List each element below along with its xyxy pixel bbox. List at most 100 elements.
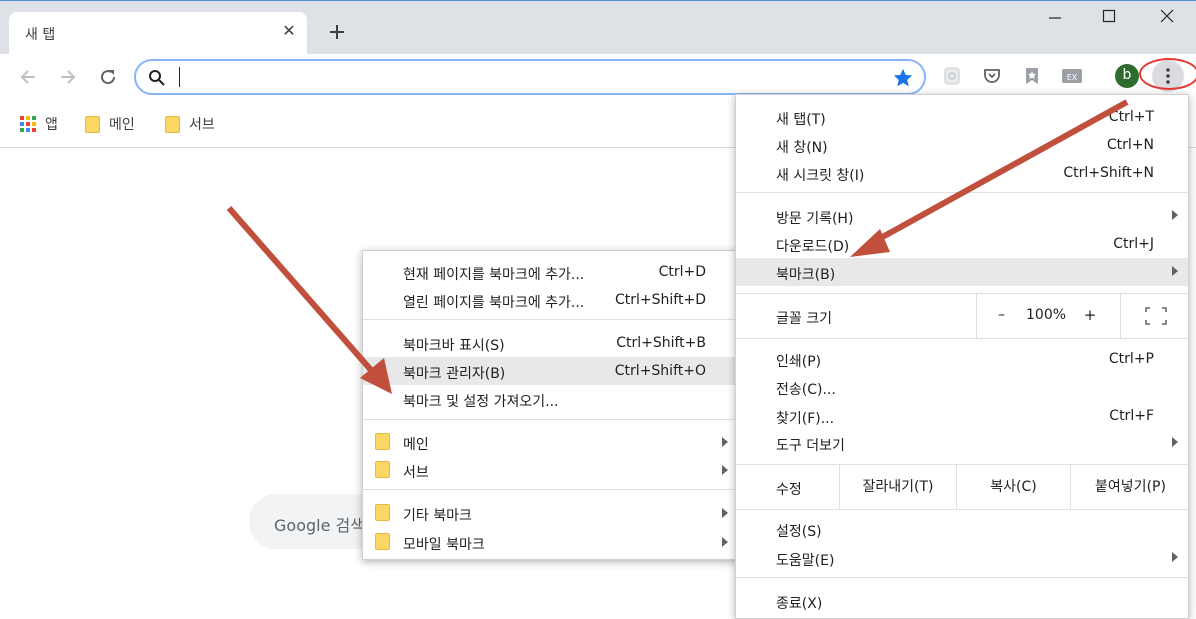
menu-item-find[interactable]: 찾기(F)... Ctrl+F	[736, 402, 1188, 430]
extension-shield-button[interactable]	[940, 64, 964, 88]
menu-item-mobile-bookmarks[interactable]: 모바일 북마크	[363, 528, 738, 556]
menu-separator	[736, 577, 1188, 578]
fullscreen-button[interactable]	[1120, 294, 1190, 338]
forward-button[interactable]	[56, 65, 80, 89]
menu-item-new-window[interactable]: 새 창(N) Ctrl+N	[736, 131, 1188, 159]
tab-title: 새 탭	[25, 27, 56, 43]
menu-item-shortcut: Ctrl+T	[1108, 109, 1154, 125]
text-caret	[179, 67, 180, 87]
folder-icon	[375, 433, 390, 450]
menu-item-label: 새 시크릿 창(I)	[776, 168, 865, 184]
menu-item-label: 현재 페이지를 북마크에 추가...	[403, 267, 585, 283]
menu-item-more-tools[interactable]: 도구 더보기	[736, 429, 1188, 457]
search-icon	[149, 70, 165, 86]
paste-button[interactable]: 붙여넣기(P)	[1070, 465, 1190, 509]
close-icon	[1160, 9, 1174, 23]
menu-item-folder-sub[interactable]: 서브	[363, 456, 738, 484]
plus-icon	[330, 25, 344, 39]
menu-item-cast[interactable]: 전송(C)...	[736, 373, 1188, 401]
reload-icon	[101, 70, 116, 85]
address-input[interactable]	[182, 65, 882, 89]
annotation-circle	[1139, 58, 1196, 90]
chevron-right-icon	[1172, 552, 1178, 562]
menu-item-downloads[interactable]: 다운로드(D) Ctrl+J	[736, 230, 1188, 258]
maximize-icon	[1102, 9, 1116, 23]
tab-close-icon[interactable]: ✕	[281, 23, 297, 39]
menu-item-bookmark-this-page[interactable]: 현재 페이지를 북마크에 추가... Ctrl+D	[363, 258, 738, 286]
menu-item-label: 북마크바 표시(S)	[403, 338, 505, 354]
menu-separator	[363, 319, 738, 320]
menu-item-shortcut: Ctrl+Shift+D	[615, 292, 706, 308]
bookmark-apps[interactable]: 앱	[20, 114, 58, 134]
menu-item-new-tab[interactable]: 새 탭(T) Ctrl+T	[736, 103, 1188, 131]
reload-button[interactable]	[96, 65, 120, 89]
minimize-button[interactable]	[1040, 9, 1070, 33]
menu-item-shortcut: Ctrl+N	[1106, 137, 1154, 153]
menu-item-bookmark-all-tabs[interactable]: 열린 페이지를 북마크에 추가... Ctrl+Shift+D	[363, 286, 738, 314]
copy-button[interactable]: 복사(C)	[956, 465, 1070, 509]
menu-item-label: 메인	[403, 437, 429, 453]
apps-grid-icon	[20, 116, 36, 132]
menu-item-folder-main[interactable]: 메인	[363, 428, 738, 456]
cut-button[interactable]: 잘라내기(T)	[839, 465, 956, 509]
extension-ex-button[interactable]: EX	[1060, 64, 1084, 88]
menu-item-shortcut: Ctrl+Shift+O	[614, 363, 706, 379]
pocket-icon	[984, 69, 1000, 83]
menu-item-new-incognito[interactable]: 새 시크릿 창(I) Ctrl+Shift+N	[736, 159, 1188, 187]
menu-item-label: 새 탭(T)	[776, 112, 826, 128]
menu-item-label: 도구 더보기	[776, 438, 845, 454]
zoom-row: 글꼴 크기 – 100% +	[736, 294, 1188, 338]
menu-separator	[736, 509, 1188, 510]
address-bar[interactable]	[134, 59, 926, 95]
menu-item-print[interactable]: 인쇄(P) Ctrl+P	[736, 345, 1188, 373]
zoom-in-button[interactable]: +	[1068, 294, 1112, 338]
back-button[interactable]	[16, 65, 40, 89]
menu-item-other-bookmarks[interactable]: 기타 북마크	[363, 499, 738, 527]
menu-item-label: 다운로드(D)	[776, 239, 850, 255]
menu-item-label: 서브	[403, 465, 429, 481]
menu-separator	[363, 419, 738, 420]
bookmark-apps-label: 앱	[45, 117, 58, 133]
menu-item-label: 모바일 북마크	[403, 537, 485, 553]
folder-icon	[375, 504, 390, 521]
menu-item-show-bookmarks-bar[interactable]: 북마크바 표시(S) Ctrl+Shift+B	[363, 329, 738, 357]
chevron-right-icon	[722, 537, 728, 547]
arrow-back-icon	[20, 70, 35, 84]
shield-extension-icon	[944, 67, 960, 85]
menu-item-label: 새 창(N)	[776, 140, 828, 156]
menu-item-shortcut: Ctrl+P	[1108, 351, 1154, 367]
menu-item-label: 전송(C)...	[776, 382, 836, 398]
menu-item-settings[interactable]: 설정(S)	[736, 515, 1188, 543]
menu-item-label: 종료(X)	[776, 596, 823, 612]
chevron-right-icon	[722, 465, 728, 475]
zoom-out-button[interactable]: –	[976, 294, 1026, 338]
zoom-label: 글꼴 크기	[776, 311, 832, 327]
menu-item-label: 열린 페이지를 북마크에 추가...	[403, 295, 585, 311]
tab-new-tab[interactable]: 새 탭 ✕	[9, 12, 307, 55]
menu-item-shortcut: Ctrl+J	[1113, 236, 1154, 252]
new-tab-button[interactable]	[324, 21, 350, 47]
menu-item-shortcut: Ctrl+Shift+N	[1063, 165, 1154, 181]
close-window-button[interactable]	[1152, 9, 1182, 33]
bookmark-folder-main[interactable]: 메인	[85, 114, 135, 134]
chevron-right-icon	[1172, 437, 1178, 447]
menu-item-history[interactable]: 방문 기록(H)	[736, 202, 1188, 230]
ex-extension-icon: EX	[1062, 69, 1082, 83]
menu-item-import-bookmarks[interactable]: 북마크 및 설정 가져오기...	[363, 385, 738, 413]
google-search-placeholder: Google 검색	[274, 516, 365, 535]
maximize-button[interactable]	[1094, 9, 1124, 33]
menu-item-bookmark-manager[interactable]: 북마크 관리자(B) Ctrl+Shift+O	[363, 357, 738, 385]
pocket-button[interactable]	[980, 64, 1004, 88]
extension-star-button[interactable]	[1020, 64, 1044, 88]
menu-item-help[interactable]: 도움말(E)	[736, 544, 1188, 572]
star-bookmark-icon[interactable]	[892, 67, 914, 89]
menu-item-label: 설정(S)	[776, 524, 822, 540]
menu-item-label: 북마크 관리자(B)	[403, 366, 506, 382]
menu-item-exit[interactable]: 종료(X)	[736, 587, 1188, 615]
menu-item-shortcut: Ctrl+F	[1109, 408, 1154, 424]
profile-avatar[interactable]: b	[1115, 64, 1139, 88]
menu-separator	[736, 338, 1188, 339]
chrome-main-menu: 새 탭(T) Ctrl+T 새 창(N) Ctrl+N 새 시크릿 창(I) C…	[735, 94, 1189, 619]
menu-item-bookmarks[interactable]: 북마크(B)	[736, 258, 1188, 286]
bookmark-folder-sub[interactable]: 서브	[165, 114, 215, 134]
